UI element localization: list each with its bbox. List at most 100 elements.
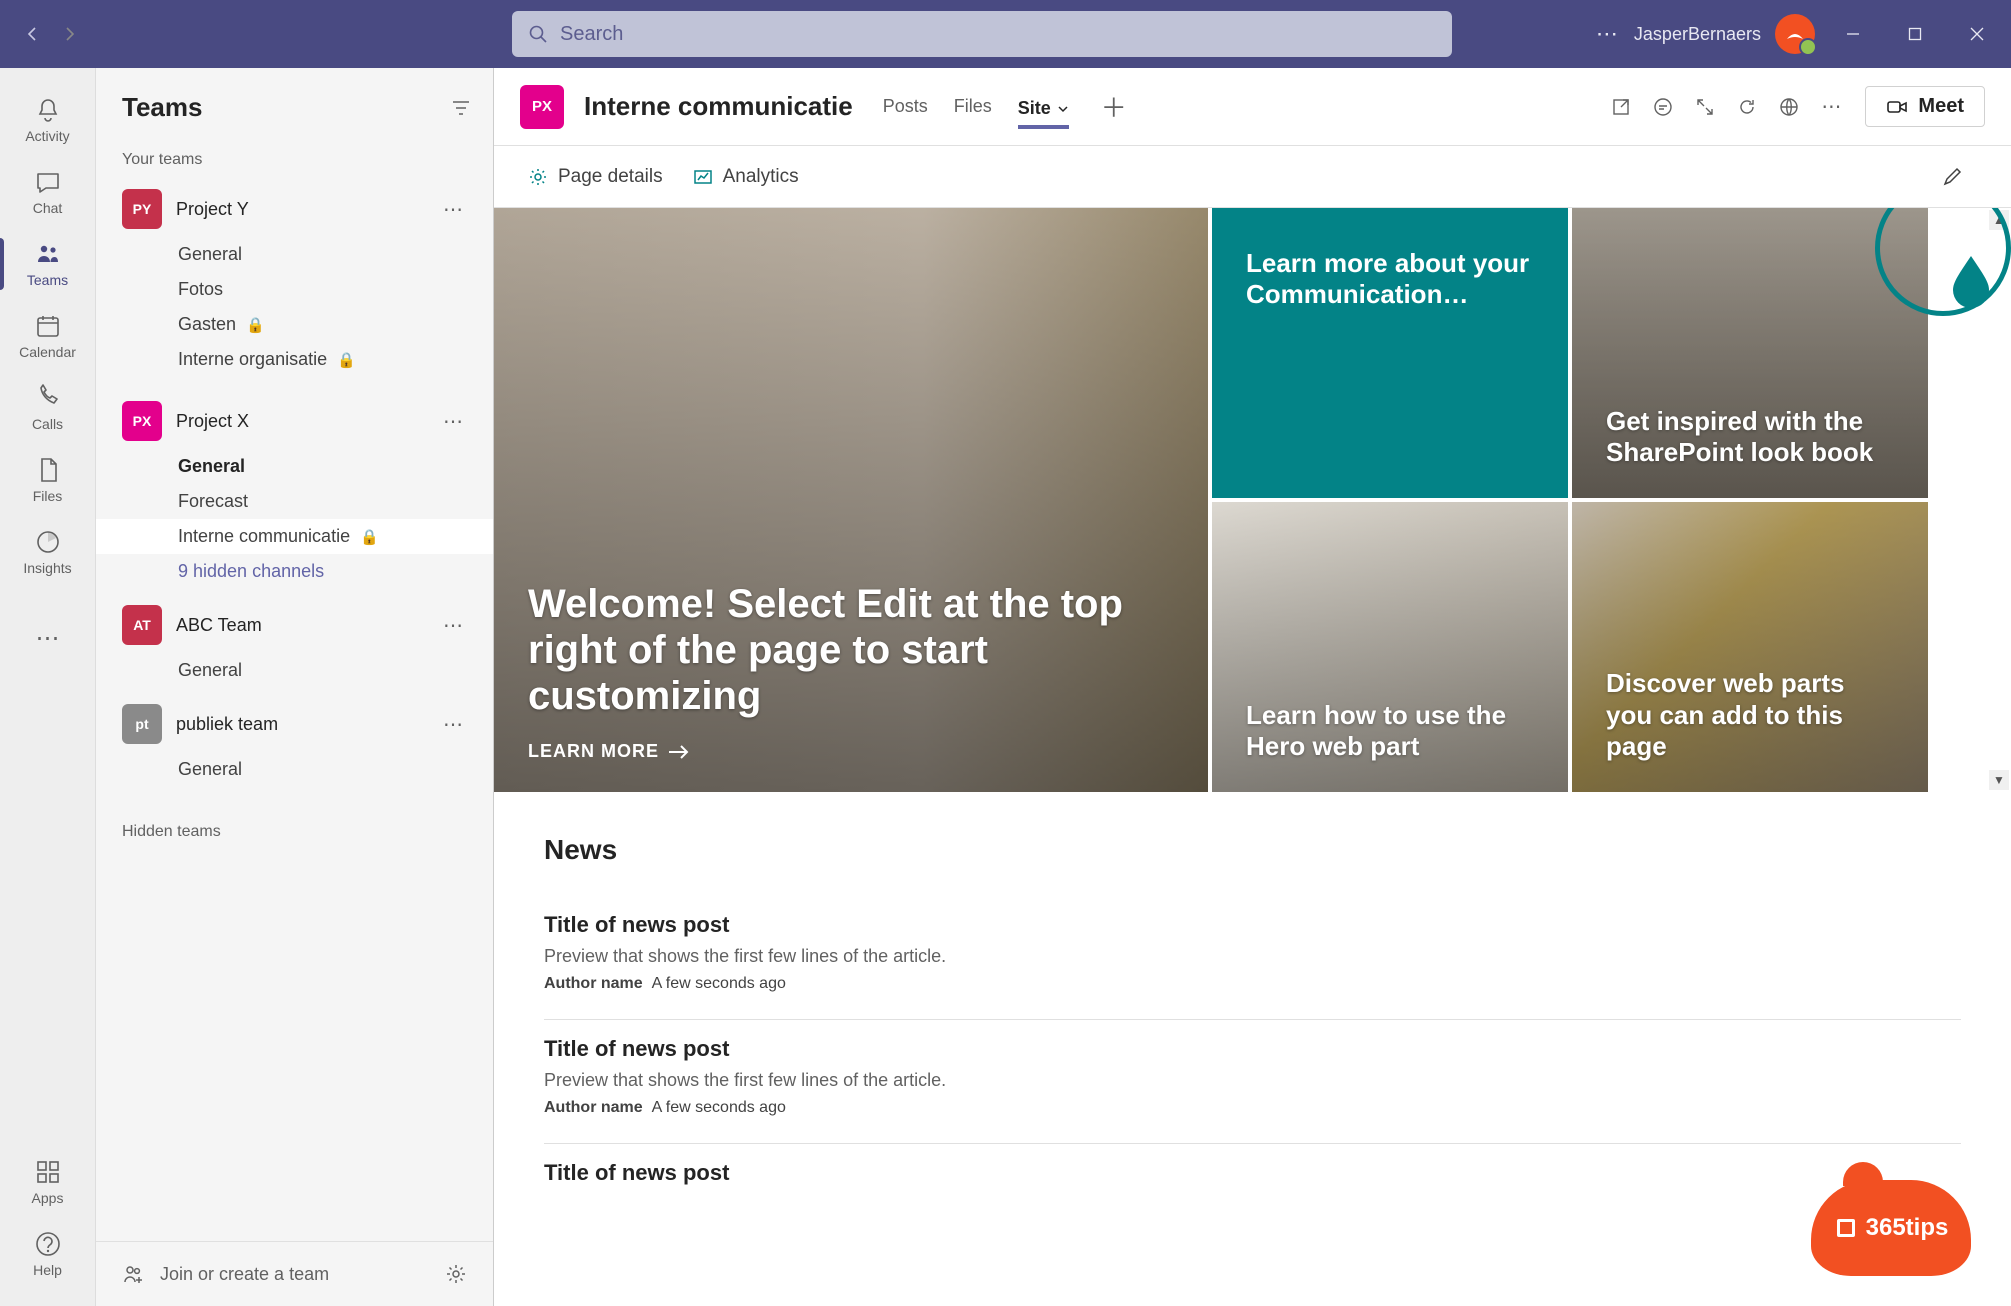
- hidden-channels-link[interactable]: 9 hidden channels: [96, 554, 493, 589]
- team-row[interactable]: AT ABC Team ⋯: [96, 597, 493, 653]
- minimize-button[interactable]: [1829, 14, 1877, 54]
- rail-insights[interactable]: Insights: [0, 516, 95, 588]
- office-icon: [1834, 1216, 1858, 1240]
- apps-icon: [34, 1158, 62, 1186]
- tab-files[interactable]: Files: [954, 88, 992, 125]
- team-row[interactable]: pt publiek team ⋯: [96, 696, 493, 752]
- rail-files[interactable]: Files: [0, 444, 95, 516]
- maximize-button[interactable]: [1891, 14, 1939, 54]
- hero-title: Welcome! Select Edit at the top right of…: [528, 581, 1174, 719]
- news-title: Title of news post: [544, 912, 1961, 938]
- channel-row[interactable]: General: [96, 653, 493, 688]
- ellipsis-icon: ⋯: [36, 624, 60, 653]
- channel-row-selected[interactable]: Interne communicatie🔒: [96, 519, 493, 554]
- news-item[interactable]: Title of news post: [544, 1144, 1961, 1186]
- rail-help[interactable]: Help: [0, 1218, 95, 1290]
- username-label: JasperBernaers: [1634, 24, 1761, 45]
- channel-title: Interne communicatie: [584, 91, 853, 122]
- calendar-icon: [34, 312, 62, 340]
- team-more-button[interactable]: ⋯: [435, 193, 471, 226]
- channel-header: PX Interne communicatie Posts Files Site…: [494, 68, 2011, 146]
- lock-icon: 🔒: [337, 351, 356, 369]
- news-preview: Preview that shows the first few lines o…: [544, 946, 1961, 967]
- rail-calendar[interactable]: Calendar: [0, 300, 95, 372]
- page-details-button[interactable]: Page details: [528, 166, 663, 188]
- channel-row[interactable]: General: [96, 752, 493, 787]
- scroll-down-button[interactable]: ▼: [1989, 770, 2009, 790]
- channel-row[interactable]: Interne organisatie🔒: [96, 342, 493, 377]
- join-create-button[interactable]: Join or create a team: [160, 1264, 431, 1285]
- rail-chat[interactable]: Chat: [0, 156, 95, 228]
- hero-tile-1[interactable]: Learn more about your Communication…: [1212, 208, 1568, 498]
- close-button[interactable]: [1953, 14, 2001, 54]
- meet-button[interactable]: Meet: [1865, 86, 1985, 127]
- annotation-drop-icon: [1941, 248, 2001, 308]
- rail-activity[interactable]: Activity: [0, 84, 95, 156]
- lock-icon: 🔒: [360, 528, 379, 546]
- channel-row[interactable]: Forecast: [96, 484, 493, 519]
- news-section: News Title of news post Preview that sho…: [494, 792, 2011, 1214]
- channel-row[interactable]: Gasten🔒: [96, 307, 493, 342]
- hero-grid: Welcome! Select Edit at the top right of…: [494, 208, 2011, 792]
- analytics-button[interactable]: Analytics: [693, 166, 799, 188]
- team-more-button[interactable]: ⋯: [435, 609, 471, 642]
- lock-icon: 🔒: [246, 316, 265, 334]
- scroll-up-button[interactable]: ▲: [1989, 210, 2009, 230]
- team-avatar: PY: [122, 189, 162, 229]
- gear-icon: [528, 167, 548, 187]
- hidden-teams-label[interactable]: Hidden teams: [96, 813, 493, 853]
- hero-tile-2[interactable]: Get inspired with the SharePoint look bo…: [1572, 208, 1928, 498]
- hero-tile-4[interactable]: Discover web parts you can add to this p…: [1572, 502, 1928, 792]
- hero-tile-3[interactable]: Learn how to use the Hero web part: [1212, 502, 1568, 792]
- popout-icon[interactable]: [1611, 97, 1631, 117]
- search-bar[interactable]: [512, 11, 1452, 57]
- avatar[interactable]: [1775, 14, 1815, 54]
- search-input[interactable]: [560, 23, 1436, 46]
- app-rail: Activity Chat Teams Calendar Calls Files: [0, 68, 96, 1306]
- rail-more[interactable]: ⋯: [0, 614, 95, 662]
- team-avatar: PX: [122, 401, 162, 441]
- arrow-right-icon: [669, 745, 689, 759]
- news-time: A few seconds ago: [652, 975, 786, 992]
- more-icon[interactable]: ⋯: [1821, 94, 1843, 119]
- tab-site[interactable]: Site: [1018, 88, 1069, 129]
- nav-back-button[interactable]: [18, 19, 48, 49]
- tab-posts[interactable]: Posts: [883, 88, 928, 125]
- more-button[interactable]: ⋯: [1596, 21, 1620, 47]
- news-heading: News: [544, 834, 1961, 866]
- add-tab-button[interactable]: ＋: [1101, 88, 1127, 125]
- team-more-button[interactable]: ⋯: [435, 708, 471, 741]
- your-teams-label: Your teams: [96, 141, 493, 181]
- team-avatar: pt: [122, 704, 162, 744]
- globe-icon[interactable]: [1779, 97, 1799, 117]
- video-icon: [1886, 96, 1908, 118]
- channel-row[interactable]: Fotos: [96, 272, 493, 307]
- team-row[interactable]: PY Project Y ⋯: [96, 181, 493, 237]
- team-name: ABC Team: [176, 615, 421, 636]
- team-name: Project X: [176, 411, 421, 432]
- news-item[interactable]: Title of news post Preview that shows th…: [544, 896, 1961, 1020]
- channel-row[interactable]: General: [96, 237, 493, 272]
- news-author: Author name: [544, 1099, 643, 1116]
- chevron-down-icon: [1057, 103, 1069, 115]
- expand-icon[interactable]: [1695, 97, 1715, 117]
- nav-forward-button[interactable]: [54, 19, 84, 49]
- refresh-icon[interactable]: [1737, 97, 1757, 117]
- insights-icon: [34, 528, 62, 556]
- edit-button[interactable]: [1935, 160, 1969, 194]
- team-row[interactable]: PX Project X ⋯: [96, 393, 493, 449]
- news-time: A few seconds ago: [652, 1099, 786, 1116]
- team-name: publiek team: [176, 714, 421, 735]
- filter-button[interactable]: [451, 98, 471, 118]
- channel-row[interactable]: General: [96, 449, 493, 484]
- rail-teams[interactable]: Teams: [0, 228, 95, 300]
- hero-tile-welcome[interactable]: Welcome! Select Edit at the top right of…: [494, 208, 1208, 792]
- learn-more-link[interactable]: LEARN MORE: [528, 741, 1174, 762]
- settings-button[interactable]: [445, 1263, 467, 1285]
- team-more-button[interactable]: ⋯: [435, 405, 471, 438]
- rail-apps[interactable]: Apps: [0, 1146, 95, 1218]
- conversation-icon[interactable]: [1653, 97, 1673, 117]
- news-item[interactable]: Title of news post Preview that shows th…: [544, 1020, 1961, 1144]
- sharepoint-toolbar: Page details Analytics: [494, 146, 2011, 208]
- rail-calls[interactable]: Calls: [0, 372, 95, 444]
